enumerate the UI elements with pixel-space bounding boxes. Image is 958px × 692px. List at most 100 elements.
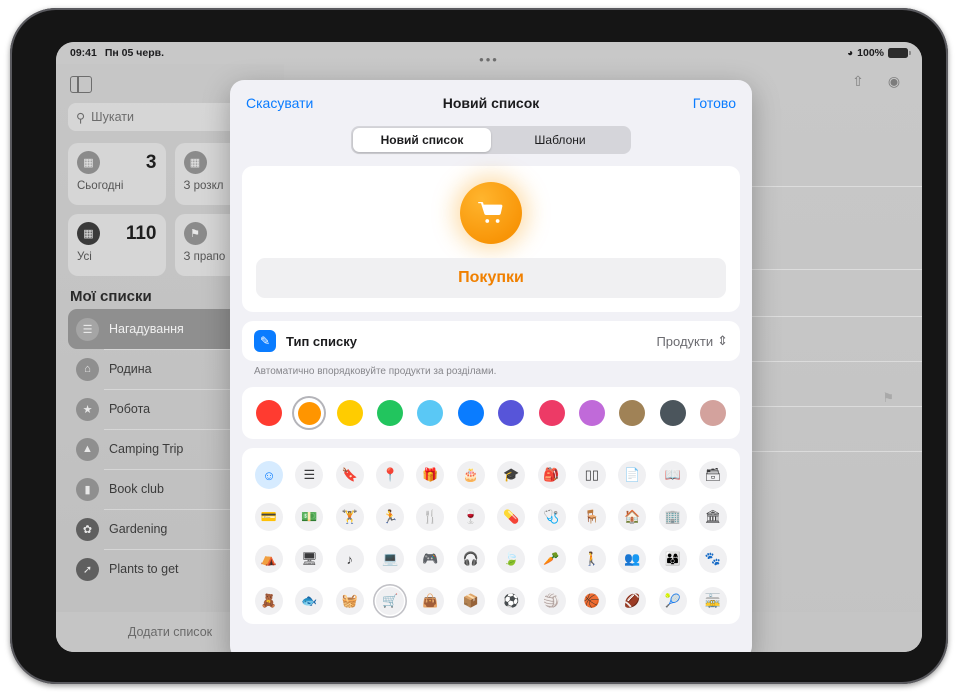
cancel-button[interactable]: Скасувати [246, 95, 313, 111]
multitask-dots-icon[interactable]: ••• [479, 56, 499, 64]
icon-option-house[interactable]: 🏠 [615, 500, 649, 534]
color-swatch-red[interactable] [252, 396, 286, 430]
chevron-updown-icon: ⇕ [717, 333, 728, 349]
icon-option-tram[interactable]: 🚋 [696, 584, 730, 618]
wifi-icon: ◕ [847, 48, 853, 59]
icon-option-list-bullet[interactable]: ☰ [292, 458, 326, 492]
icon-option-music-note[interactable]: ♪ [333, 542, 367, 576]
icon-option-game-controller[interactable]: 🎮 [413, 542, 447, 576]
all-count: 110 [126, 223, 157, 245]
icon-option-graduation-cap[interactable]: 🎓 [494, 458, 528, 492]
color-swatch-brown[interactable] [615, 396, 649, 430]
books-vertical-icon: ▯▯ [578, 461, 606, 489]
color-swatch-orange[interactable] [292, 396, 326, 430]
icon-option-credit-card[interactable]: 💳 [252, 500, 286, 534]
smart-card-all[interactable]: ▦ 110 Усі [68, 214, 166, 276]
all-icon: ▦ [77, 222, 100, 245]
icon-option-basket[interactable]: 🧺 [333, 584, 367, 618]
icon-option-building[interactable]: 🏢 [656, 500, 690, 534]
more-circle-icon[interactable]: ◉ [884, 71, 904, 91]
tent-icon: ⛺ [255, 545, 283, 573]
icon-option-dumbbell[interactable]: 🏋 [333, 500, 367, 534]
icon-option-smiley[interactable]: ☺ [252, 458, 286, 492]
icon-option-gift[interactable]: 🎁 [413, 458, 447, 492]
carrot-icon: ➚ [76, 558, 99, 581]
icon-option-monitor[interactable]: 🖥 [292, 542, 326, 576]
box-icon: 📦 [457, 587, 485, 615]
segmented-control: Новий список Шаблони [351, 126, 631, 154]
icon-option-bank[interactable]: 🏛 [696, 500, 730, 534]
icon-option-leaf[interactable]: 🍃 [494, 542, 528, 576]
tent-icon: ▲ [76, 438, 99, 461]
color-swatch-indigo[interactable] [494, 396, 528, 430]
tab-templates[interactable]: Шаблони [491, 128, 629, 152]
icon-option-tent[interactable]: ⛺ [252, 542, 286, 576]
icon-option-football[interactable]: 🏈 [615, 584, 649, 618]
icon-option-family[interactable]: 👨‍👩‍👦 [656, 542, 690, 576]
icon-option-carrot[interactable]: 🥕 [535, 542, 569, 576]
icon-option-document[interactable]: 📄 [615, 458, 649, 492]
list-type-card: ✎ Тип списку Продукти ⇕ [242, 321, 740, 361]
leaf-icon: 🍃 [497, 545, 525, 573]
color-swatch-dark-gray[interactable] [656, 396, 690, 430]
icon-option-laptop[interactable]: 💻 [373, 542, 407, 576]
done-button[interactable]: Готово [693, 95, 736, 111]
chair-icon: 🪑 [578, 503, 606, 531]
icon-option-shopping-cart[interactable]: 🛒 [373, 584, 407, 618]
icon-option-wine-glass[interactable]: 🍷 [454, 500, 488, 534]
fork-knife-icon: 🍴 [416, 503, 444, 531]
smart-card-today[interactable]: ▦ 3 Сьогодні [68, 143, 166, 205]
icon-option-teddy-bear[interactable]: 🧸 [252, 584, 286, 618]
modal-header: Скасувати Новий список Готово [230, 80, 752, 126]
icon-option-box[interactable]: 📦 [454, 584, 488, 618]
icon-option-pin[interactable]: 📍 [373, 458, 407, 492]
shopping-cart-icon[interactable] [460, 182, 522, 244]
today-label: Сьогодні [77, 180, 157, 192]
icon-option-headphones[interactable]: 🎧 [454, 542, 488, 576]
color-swatch-light-blue[interactable] [413, 396, 447, 430]
color-swatch-blue[interactable] [454, 396, 488, 430]
basketball-icon: 🏀 [578, 587, 606, 615]
icon-option-fork-knife[interactable]: 🍴 [413, 500, 447, 534]
icon-option-two-people[interactable]: 👥 [615, 542, 649, 576]
icon-option-chair[interactable]: 🪑 [575, 500, 609, 534]
icon-option-volleyball[interactable]: 🏐 [535, 584, 569, 618]
icon-option-tray[interactable]: 🗃 [696, 458, 730, 492]
house-icon: 🏠 [618, 503, 646, 531]
icon-option-books-vertical[interactable]: ▯▯ [575, 458, 609, 492]
share-icon[interactable]: ⇧ [848, 71, 868, 91]
list-name-input[interactable]: Покупки [256, 258, 726, 298]
music-note-icon: ♪ [336, 545, 364, 573]
icon-option-basketball[interactable]: 🏀 [575, 584, 609, 618]
bank-icon: 🏛 [699, 503, 727, 531]
icon-option-backpack[interactable]: 🎒 [535, 458, 569, 492]
icon-option-pills[interactable]: 💊 [494, 500, 528, 534]
color-swatch-purple[interactable] [575, 396, 609, 430]
icon-option-fish[interactable]: 🐟 [292, 584, 326, 618]
document-icon: 📄 [618, 461, 646, 489]
icon-option-paw[interactable]: 🐾 [696, 542, 730, 576]
color-swatch-yellow[interactable] [333, 396, 367, 430]
icon-option-money[interactable]: 💵 [292, 500, 326, 534]
color-swatch-pink[interactable] [535, 396, 569, 430]
icon-option-bookmark[interactable]: 🔖 [333, 458, 367, 492]
icon-option-bag[interactable]: 👜 [413, 584, 447, 618]
icon-option-tennis-racket[interactable]: 🎾 [656, 584, 690, 618]
tab-new-list[interactable]: Новий список [353, 128, 491, 152]
icon-option-stethoscope[interactable]: 🩺 [535, 500, 569, 534]
sidebar-toggle-icon[interactable] [70, 76, 92, 93]
swatch-fill [700, 400, 726, 426]
smart-card-top: ▦ 110 [77, 222, 157, 245]
list-type-value-wrap[interactable]: Продукти ⇕ [656, 333, 728, 349]
color-swatch-green[interactable] [373, 396, 407, 430]
bookmark-icon: 🔖 [336, 461, 364, 489]
icon-option-soccer-ball[interactable]: ⚽ [494, 584, 528, 618]
icon-option-cake[interactable]: 🎂 [454, 458, 488, 492]
icon-row: 🧸🐟🧺🛒👜 📦 ⚽🏐 🏀 🏈🎾🚋 [252, 584, 730, 618]
icon-option-running[interactable]: 🏃 [373, 500, 407, 534]
icon-option-open-book[interactable]: 📖 [656, 458, 690, 492]
list-type-row[interactable]: ✎ Тип списку Продукти ⇕ [242, 321, 740, 361]
dumbbell-icon: 🏋 [336, 503, 364, 531]
icon-option-person[interactable]: 🚶 [575, 542, 609, 576]
color-swatch-dusty-rose[interactable] [696, 396, 730, 430]
